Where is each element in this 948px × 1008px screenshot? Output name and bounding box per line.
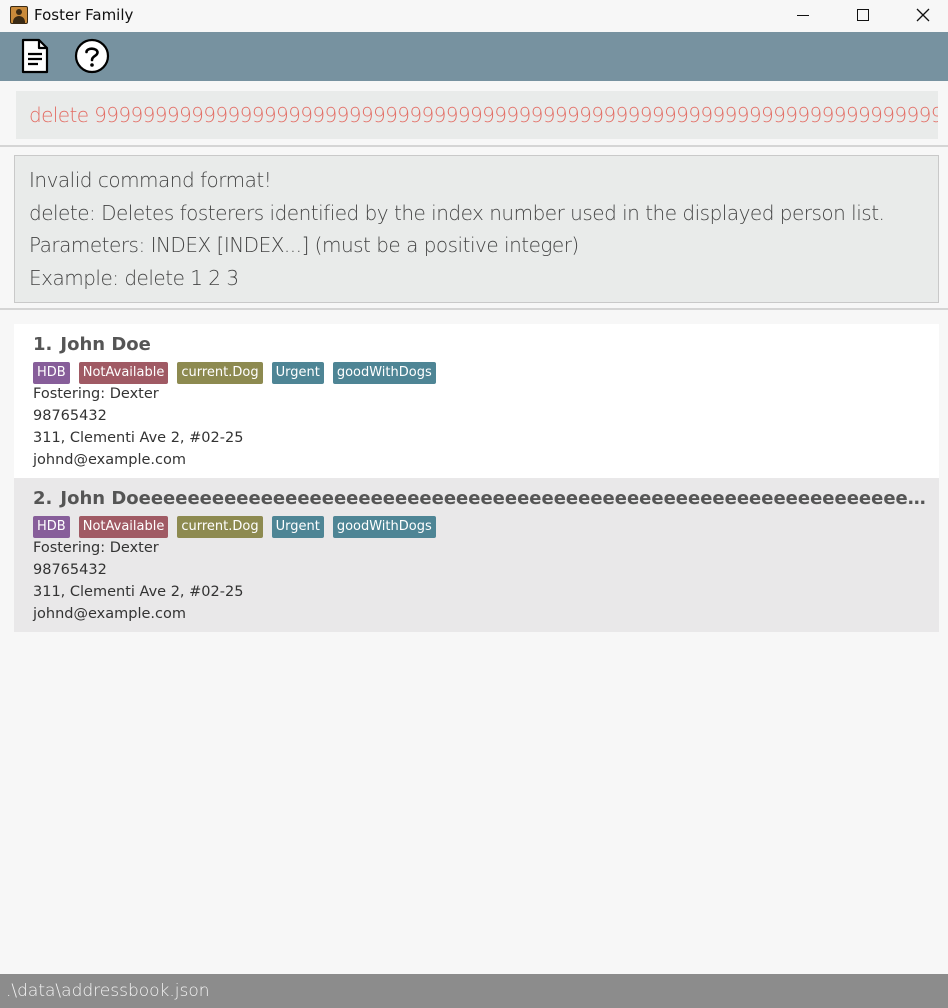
file-menu-button[interactable] <box>16 37 54 75</box>
close-button[interactable] <box>894 0 948 30</box>
person-name-text: John Doe <box>60 334 151 355</box>
tag-goodwithdogs: goodWithDogs <box>332 516 436 538</box>
minimize-icon <box>797 14 809 16</box>
command-area: delete 999999999999999999999999999999999… <box>0 81 948 147</box>
result-line: Invalid command format! <box>29 168 272 192</box>
tag-goodwithdogs: goodWithDogs <box>332 362 436 384</box>
person-phone: 98765432 <box>33 408 107 424</box>
person-index: 2. <box>33 488 53 509</box>
maximize-icon <box>857 9 869 21</box>
tag-list: HDB NotAvailable current.Dog Urgent good… <box>33 516 436 538</box>
command-text: delete 999999999999999999999999999999999… <box>29 103 938 127</box>
maximize-button[interactable] <box>834 0 892 30</box>
tag-hdb: HDB <box>33 516 70 538</box>
tag-hdb: HDB <box>33 362 70 384</box>
document-icon <box>21 38 49 74</box>
result-line: delete: Deletes fosterers identified by … <box>29 200 885 225</box>
result-line: Example: delete 1 2 3 <box>29 265 239 290</box>
person-name-text: John Doeeeeeeeeeeeeeeeeeeeeeeeeeeeeeeeee… <box>60 488 933 509</box>
person-email: johnd@example.com <box>33 452 186 468</box>
contact-card-icon <box>10 6 28 24</box>
person-fostering: Fostering: Dexter <box>33 540 159 556</box>
close-icon <box>916 8 930 22</box>
person-email: johnd@example.com <box>33 606 186 622</box>
window-title: Foster Family <box>34 6 134 24</box>
tag-notavailable: NotAvailable <box>78 362 169 384</box>
person-address: 311, Clementi Ave 2, #02-25 <box>33 584 244 600</box>
result-area: Invalid command format! delete: Deletes … <box>0 147 948 310</box>
status-bar: .\data\addressbook.json <box>0 974 948 1008</box>
tag-urgent: Urgent <box>271 362 324 384</box>
tag-list: HDB NotAvailable current.Dog Urgent good… <box>33 362 436 384</box>
help-icon <box>74 38 110 74</box>
tag-current-dog: current.Dog <box>177 362 263 384</box>
person-name: 1. John Doe <box>33 334 933 355</box>
result-line: Parameters: INDEX [INDEX...] (must be a … <box>29 233 579 257</box>
person-index: 1. <box>33 334 53 355</box>
help-menu-button[interactable] <box>73 37 111 75</box>
person-phone: 98765432 <box>33 562 107 578</box>
person-list[interactable]: 1. John Doe HDB NotAvailable current.Dog … <box>0 312 948 974</box>
result-display: Invalid command format! delete: Deletes … <box>14 155 939 303</box>
title-bar: Foster Family <box>0 0 948 32</box>
toolbar <box>0 32 948 81</box>
person-address: 311, Clementi Ave 2, #02-25 <box>33 430 244 446</box>
save-location-text: .\data\addressbook.json <box>6 981 210 1001</box>
tag-current-dog: current.Dog <box>177 516 263 538</box>
person-card[interactable]: 1. John Doe HDB NotAvailable current.Dog … <box>14 324 939 478</box>
tag-notavailable: NotAvailable <box>78 516 169 538</box>
person-fostering: Fostering: Dexter <box>33 386 159 402</box>
command-input[interactable]: delete 999999999999999999999999999999999… <box>16 91 938 139</box>
person-card[interactable]: 2. John Doeeeeeeeeeeeeeeeeeeeeeeeeeeeeeee… <box>14 478 939 632</box>
person-name: 2. John Doeeeeeeeeeeeeeeeeeeeeeeeeeeeeeee… <box>33 488 933 509</box>
tag-urgent: Urgent <box>271 516 324 538</box>
minimize-button[interactable] <box>774 0 832 30</box>
